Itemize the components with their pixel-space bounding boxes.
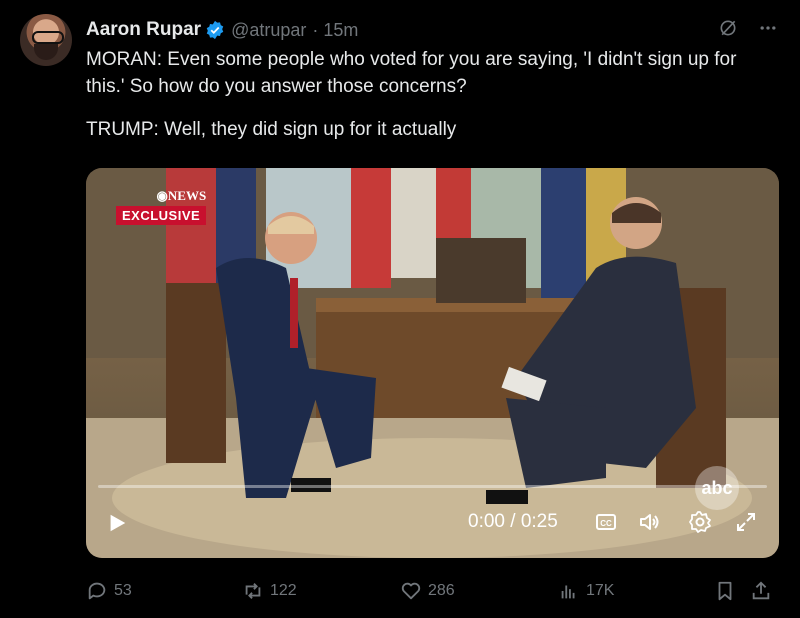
reply-button[interactable]: 53: [86, 578, 132, 604]
volume-icon[interactable]: [638, 510, 662, 534]
repost-icon: [245, 583, 261, 599]
views-button[interactable]: 17K: [558, 578, 614, 604]
tweet-time[interactable]: · 15m: [312, 20, 358, 41]
captions-icon[interactable]: CC: [594, 510, 618, 534]
abc-small-logo-icon: ◉: [156, 188, 168, 203]
tweet-text: MORAN: Even some people who voted for yo…: [86, 46, 776, 143]
views-icon: [561, 585, 575, 599]
tweet-header: Aaron Rupar @atrupar · 15m: [86, 17, 358, 43]
avatar-beard: [34, 44, 58, 60]
like-button[interactable]: 286: [400, 578, 455, 604]
header-actions: [718, 18, 778, 38]
bookmark-icon: [718, 581, 732, 601]
tweet-paragraph-1: MORAN: Even some people who voted for yo…: [86, 49, 737, 97]
bookmark-button[interactable]: [714, 578, 736, 604]
video-player[interactable]: ◉NEWS EXCLUSIVE abc 0:00 / 0:25 CC: [86, 168, 779, 558]
avatar-glasses: [32, 31, 64, 44]
abc-news-exclusive-badge: ◉NEWS EXCLUSIVE: [116, 188, 207, 225]
repost-count: 122: [270, 582, 297, 599]
network-label-text: NEWS: [167, 188, 207, 203]
tweet-actions: 53 122 286 17K: [86, 578, 780, 604]
author-handle[interactable]: @atrupar: [231, 20, 306, 41]
verified-badge-icon: [206, 20, 224, 40]
share-button[interactable]: [750, 578, 772, 604]
settings-icon[interactable]: [688, 510, 712, 534]
video-controls: 0:00 / 0:25 CC: [86, 492, 779, 558]
progress-bar[interactable]: [98, 485, 767, 488]
svg-text:CC: CC: [600, 519, 612, 528]
more-icon[interactable]: [758, 18, 778, 38]
view-count: 17K: [586, 582, 615, 599]
like-icon: [401, 582, 421, 600]
like-count: 286: [428, 582, 455, 599]
avatar[interactable]: [20, 14, 72, 66]
reply-icon: [88, 582, 106, 600]
reply-count: 53: [114, 582, 132, 599]
grok-icon[interactable]: [718, 18, 738, 38]
author-name[interactable]: Aaron Rupar: [86, 19, 201, 41]
fullscreen-icon[interactable]: [734, 510, 758, 534]
time-display: 0:00 / 0:25: [468, 511, 558, 532]
share-icon: [752, 581, 770, 600]
exclusive-label: EXCLUSIVE: [116, 206, 207, 225]
network-label: ◉NEWS: [116, 188, 207, 204]
repost-button[interactable]: 122: [242, 578, 297, 604]
play-icon[interactable]: [106, 512, 128, 534]
tweet-paragraph-2: TRUMP: Well, they did sign up for it act…: [86, 119, 457, 140]
